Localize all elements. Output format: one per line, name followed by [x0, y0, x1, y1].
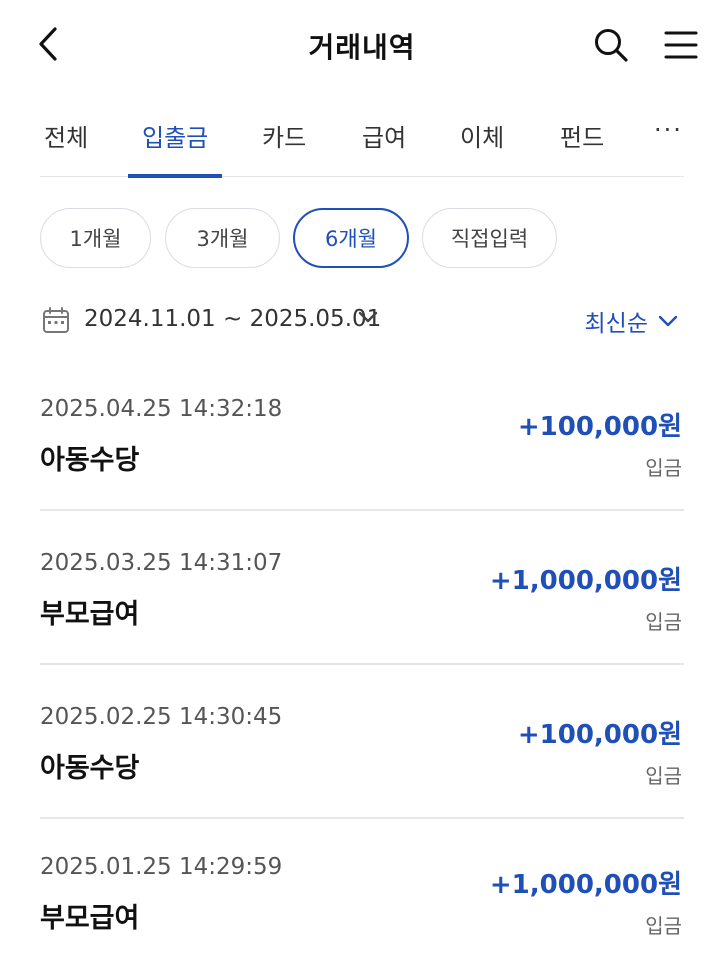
- menu-button[interactable]: [660, 24, 702, 66]
- transaction-amount: +1,000,000원: [489, 870, 682, 900]
- transaction-row[interactable]: 2025.02.25 14:30:45 아동수당 +100,000원 입금: [40, 684, 684, 838]
- tab-transfer[interactable]: 이체: [460, 118, 504, 153]
- tab-all[interactable]: 전체: [44, 118, 88, 153]
- tab-card[interactable]: 카드: [262, 118, 306, 153]
- sort-label: 최신순: [584, 311, 648, 337]
- date-range-row: 2024.11.01 ~ 2025.05.01 최신순: [40, 300, 684, 344]
- hamburger-menu-icon: [664, 31, 698, 59]
- divider: [40, 509, 684, 511]
- tab-deposit-withdrawal[interactable]: 입출금: [142, 118, 208, 153]
- transaction-name: 아동수당: [40, 753, 140, 784]
- tabs-more-icon[interactable]: ···: [654, 116, 683, 144]
- tab-fund[interactable]: 펀드: [560, 118, 604, 153]
- divider: [40, 817, 684, 819]
- sort-dropdown[interactable]: 최신순: [585, 304, 678, 338]
- date-range-text[interactable]: 2024.11.01 ~ 2025.05.01: [84, 306, 381, 332]
- chevron-down-icon: [658, 315, 678, 327]
- transaction-row[interactable]: 2025.04.25 14:32:18 아동수당 +100,000원 입금: [40, 376, 684, 530]
- transaction-history-screen: 거래내역 전체 입출금 카드 급여 이체 펀드 ··· 1개월 3개월 6개월: [0, 0, 724, 965]
- transaction-name: 아동수당: [40, 445, 140, 476]
- chip-custom-input[interactable]: 직접입력: [422, 208, 557, 268]
- transaction-row[interactable]: 2025.03.25 14:31:07 부모급여 +1,000,000원 입금: [40, 530, 684, 684]
- chip-3-months[interactable]: 3개월: [165, 208, 280, 268]
- transaction-row[interactable]: 2025.01.25 14:29:59 부모급여 +1,000,000원 입금: [40, 834, 684, 965]
- transaction-datetime: 2025.02.25 14:30:45: [40, 704, 283, 730]
- divider: [40, 663, 684, 665]
- active-tab-indicator: [128, 174, 222, 178]
- search-button[interactable]: [590, 24, 632, 66]
- top-app-bar: 거래내역: [0, 0, 724, 90]
- transaction-type: 입금: [645, 914, 682, 938]
- transaction-amount: +100,000원: [517, 412, 682, 442]
- search-icon: [595, 29, 628, 62]
- transaction-name: 부모급여: [40, 599, 140, 630]
- calendar-icon: [43, 307, 69, 333]
- transaction-name: 부모급여: [40, 903, 140, 934]
- transaction-datetime: 2025.04.25 14:32:18: [40, 396, 283, 422]
- chip-1-month[interactable]: 1개월: [40, 208, 151, 268]
- transaction-amount: +100,000원: [517, 720, 682, 750]
- chip-6-months[interactable]: 6개월: [293, 208, 409, 268]
- category-tabs: 전체 입출금 카드 급여 이체 펀드 ···: [40, 100, 684, 178]
- chevron-down-icon[interactable]: [358, 310, 378, 324]
- transaction-datetime: 2025.03.25 14:31:07: [40, 550, 283, 576]
- transaction-type: 입금: [645, 610, 682, 634]
- transaction-amount: +1,000,000원: [489, 566, 682, 596]
- tab-salary[interactable]: 급여: [362, 118, 406, 153]
- transaction-type: 입금: [645, 764, 682, 788]
- transaction-datetime: 2025.01.25 14:29:59: [40, 854, 283, 880]
- transaction-type: 입금: [645, 456, 682, 480]
